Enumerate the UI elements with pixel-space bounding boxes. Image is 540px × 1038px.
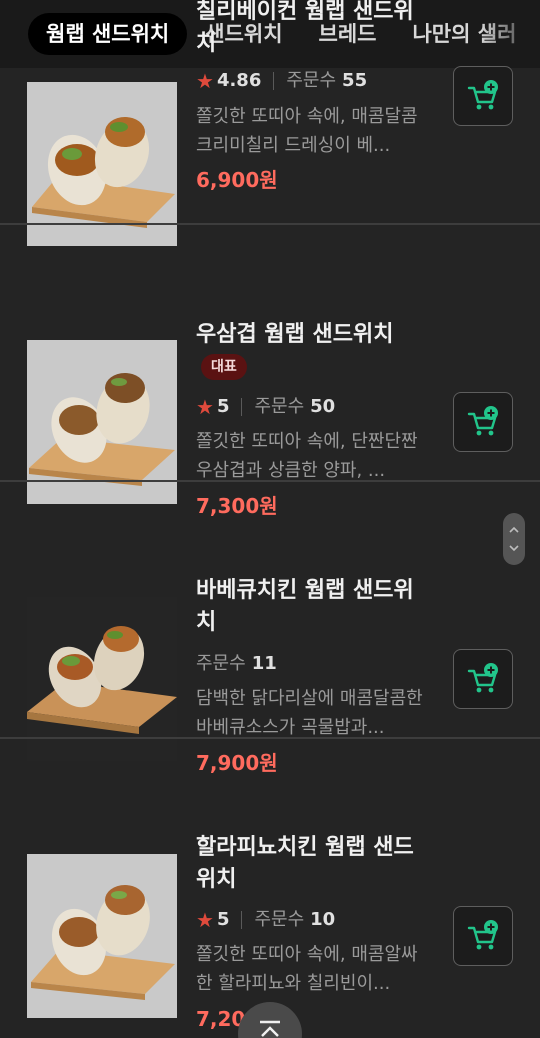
item-title: 우삼겹 웜랩 샌드위치 <box>196 322 394 347</box>
item-price: 7,900원 <box>196 751 278 775</box>
item-rating: 5 <box>216 909 230 930</box>
item-divider <box>0 737 540 739</box>
add-to-cart-button[interactable] <box>453 392 513 452</box>
star-icon: ★ <box>196 908 214 932</box>
tab-warm-wrap[interactable]: 웜랩 샌드위치 <box>28 13 188 55</box>
cart-add-icon <box>467 920 498 950</box>
scrollbar-handle[interactable] <box>503 513 525 565</box>
divider <box>241 911 243 929</box>
item-rating: 5 <box>216 396 230 417</box>
divider <box>241 398 243 416</box>
add-to-cart-button[interactable] <box>453 649 513 709</box>
cart-add-icon <box>467 406 498 436</box>
orders-label: 주문수 <box>254 909 305 930</box>
chevron-up-icon <box>260 1020 280 1037</box>
scroll-top-button[interactable] <box>238 1002 302 1038</box>
cart-add-icon <box>467 80 498 110</box>
orders-count: 11 <box>251 653 277 674</box>
orders-count: 50 <box>310 396 336 417</box>
add-to-cart-button[interactable] <box>453 66 513 126</box>
cart-add-icon <box>467 663 498 693</box>
item-rating: 4.86 <box>216 70 262 91</box>
wrap-sandwich-image <box>31 885 175 1000</box>
item-description: 쫄깃한 또띠아 속에, 매콤알싸한 할라피뇨와 칠리빈이... <box>196 944 418 994</box>
representative-badge: 대표 <box>201 354 247 380</box>
star-icon: ★ <box>196 395 214 419</box>
item-title: 바베큐치킨 웜랩 샌드위치 <box>196 578 414 635</box>
scroll-arrows-icon <box>509 526 519 552</box>
item-divider <box>0 223 540 225</box>
orders-count: 10 <box>310 909 336 930</box>
item-divider <box>0 480 540 482</box>
item-meta: ★ 5 주문수 50 <box>196 394 335 420</box>
item-meta: ★ 4.86 주문수 55 <box>196 68 367 94</box>
orders-label: 주문수 <box>254 396 305 417</box>
tab-fade <box>480 0 540 68</box>
add-to-cart-button[interactable] <box>453 906 513 966</box>
wrap-sandwich-image <box>32 117 175 228</box>
item-image <box>27 82 177 246</box>
item-title: 할라피뇨치킨 웜랩 샌드위치 <box>196 835 414 892</box>
star-icon: ★ <box>196 69 214 93</box>
item-meta: ★ 5 주문수 10 <box>196 907 335 933</box>
item-image <box>27 854 177 1018</box>
item-meta: 주문수 11 <box>196 651 277 677</box>
item-description: 쫄깃한 또띠아 속에, 매콤달콤 크리미칠리 드레싱이 베... <box>196 106 418 156</box>
orders-label: 주문수 <box>196 653 246 674</box>
divider <box>273 72 275 90</box>
orders-count: 55 <box>342 70 368 91</box>
item-description: 담백한 닭다리살에 매콤달콤한 바베큐소스가 곡물밥과... <box>196 688 423 738</box>
item-price: 7,300원 <box>196 494 278 518</box>
orders-label: 주문수 <box>286 70 337 91</box>
item-title: 칠리베이컨 웜랩 샌드위치 <box>196 0 414 56</box>
item-description: 쫄깃한 또띠아 속에, 단짠단짠 우삼겹과 상큼한 양파, ... <box>196 431 418 481</box>
item-price: 6,900원 <box>196 168 278 192</box>
